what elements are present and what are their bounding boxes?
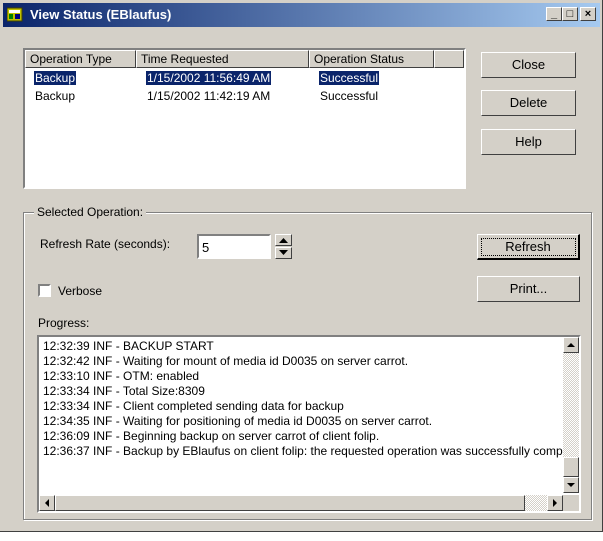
arrow-right-icon <box>553 499 557 507</box>
arrow-down-icon <box>567 483 575 487</box>
arrow-down-icon <box>279 250 288 255</box>
minimize-icon: _ <box>550 8 558 20</box>
row-operation-status: Successful <box>319 71 380 85</box>
refresh-button-label: Refresh <box>505 239 551 254</box>
print-button-label: Print... <box>509 281 548 296</box>
close-button[interactable]: Close <box>481 52 576 78</box>
vertical-scroll-thumb[interactable] <box>563 457 579 477</box>
arrow-up-icon <box>279 238 288 243</box>
help-button[interactable]: Help <box>481 129 576 155</box>
scroll-down-button[interactable] <box>563 477 579 493</box>
title-bar[interactable]: View Status (EBlaufus) _ □ × <box>3 3 600 27</box>
selected-operation-label: Selected Operation: <box>34 205 147 219</box>
spin-up-button[interactable] <box>275 234 292 246</box>
log-line: 12:33:34 INF - Client completed sending … <box>43 399 344 413</box>
column-header-filler <box>434 50 464 68</box>
help-button-label: Help <box>515 134 542 149</box>
verbose-checkbox[interactable] <box>38 284 51 297</box>
row-time-requested: 1/15/2002 11:42:19 AM <box>147 89 271 103</box>
refresh-button[interactable]: Refresh <box>477 234 580 260</box>
log-line: 12:32:42 INF - Waiting for mount of medi… <box>43 354 409 368</box>
log-line: 12:36:09 INF - Beginning backup on serve… <box>43 429 380 443</box>
refresh-rate-label: Refresh Rate (seconds): <box>40 237 171 251</box>
delete-button[interactable]: Delete <box>481 90 576 116</box>
view-status-window: View Status (EBlaufus) _ □ × Operation T… <box>0 0 603 532</box>
close-icon: × <box>584 8 592 20</box>
log-line: 12:33:34 INF - Total Size:8309 <box>43 384 205 398</box>
verbose-label: Verbose <box>58 284 103 298</box>
arrow-left-icon <box>45 499 49 507</box>
log-line: 12:36:37 INF - Backup by EBlaufus on cli… <box>43 444 581 458</box>
scroll-left-button[interactable] <box>39 495 55 511</box>
row-time-requested: 1/15/2002 11:56:49 AM <box>146 71 272 85</box>
horizontal-scroll-thumb[interactable] <box>55 495 525 511</box>
progress-log[interactable]: 12:32:39 INF - BACKUP START 12:32:42 INF… <box>37 335 581 513</box>
column-header-operation-status[interactable]: Operation Status <box>309 50 434 68</box>
scroll-up-button[interactable] <box>563 337 579 353</box>
arrow-up-icon <box>567 343 575 347</box>
scroll-corner <box>563 495 579 511</box>
operations-list[interactable]: Operation Type Time Requested Operation … <box>23 48 466 189</box>
minimize-button[interactable]: _ <box>546 7 562 21</box>
row-operation-type: Backup <box>34 71 77 85</box>
refresh-rate-value: 5 <box>202 240 210 255</box>
horizontal-scrollbar[interactable] <box>39 495 563 511</box>
log-line: 12:33:10 INF - OTM: enabled <box>43 369 200 383</box>
log-line: 12:32:39 INF - BACKUP START <box>43 339 214 353</box>
column-header-operation-type[interactable]: Operation Type <box>25 50 136 68</box>
maximize-icon: □ <box>566 8 574 20</box>
progress-label: Progress: <box>38 316 90 330</box>
log-line: 12:34:35 INF - Waiting for positioning o… <box>43 414 433 428</box>
close-button-label: Close <box>511 57 546 72</box>
spin-down-button[interactable] <box>275 247 292 259</box>
row-operation-type: Backup <box>35 89 76 103</box>
vertical-scrollbar[interactable] <box>563 337 579 493</box>
column-header-time-requested[interactable]: Time Requested <box>136 50 309 68</box>
maximize-button[interactable]: □ <box>562 7 578 21</box>
close-window-button[interactable]: × <box>580 7 596 21</box>
refresh-rate-input[interactable]: 5 <box>197 234 271 259</box>
window-title: View Status (EBlaufus) <box>30 7 172 22</box>
delete-button-label: Delete <box>509 95 548 110</box>
row-operation-status: Successful <box>320 89 379 103</box>
app-window-icon <box>7 7 23 22</box>
print-button[interactable]: Print... <box>477 276 580 302</box>
scroll-right-button[interactable] <box>547 495 563 511</box>
